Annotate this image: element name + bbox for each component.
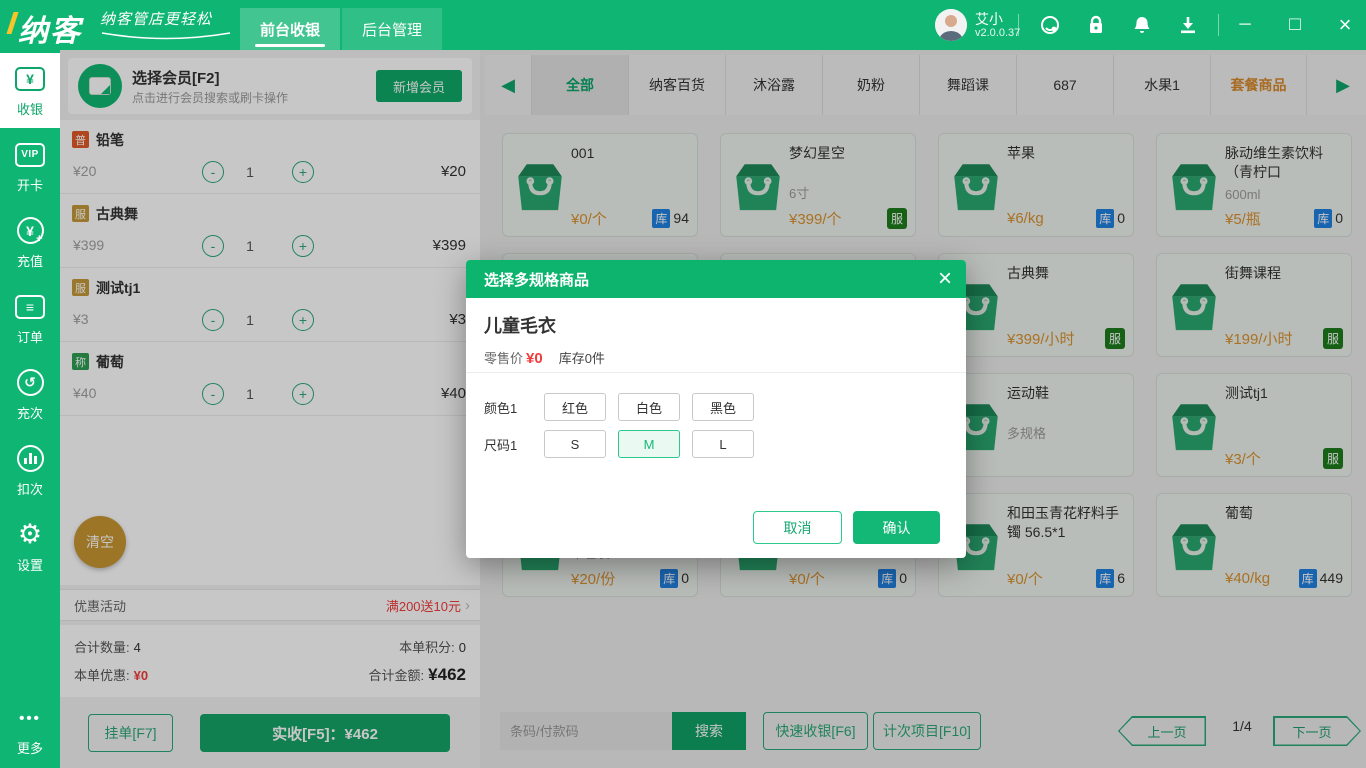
- sidebar-item[interactable]: ¥ + 充值: [0, 205, 60, 280]
- sidebar-item-label: 开卡: [16, 177, 43, 193]
- spec-group-label: 尺码1: [484, 437, 518, 453]
- sidebar-item-label: 收银: [16, 101, 43, 117]
- sidebar-item-label: 设置: [16, 557, 43, 573]
- retail-price-label: 零售价: [484, 351, 524, 366]
- download-icon[interactable]: [1178, 15, 1198, 35]
- sidebar-item-more[interactable]: ••• 更多: [0, 700, 60, 760]
- sidebar-item[interactable]: ⚙ 设置: [0, 509, 60, 584]
- sidebar: ¥ 收银 VIP 开卡 ¥ + 充值 ≡ 订单 ↺ 充次 扣次 ⚙ 设置 •••…: [0, 50, 60, 768]
- spec-option-button[interactable]: 黑色: [692, 393, 754, 421]
- sidebar-item-label: 充次: [16, 405, 43, 421]
- spec-option-button[interactable]: M: [618, 430, 680, 458]
- sidebar-item[interactable]: ≡ 订单: [0, 281, 60, 356]
- topbar-icons: [1040, 0, 1198, 50]
- sidebar-item[interactable]: 扣次: [0, 433, 60, 508]
- spec-option-button[interactable]: S: [544, 430, 606, 458]
- close-icon[interactable]: ×: [1332, 12, 1358, 38]
- slogan-underline: [101, 32, 231, 40]
- sidebar-item-label: 扣次: [16, 481, 43, 497]
- sidebar-item-label: 充值: [16, 253, 43, 269]
- slogan: 纳客管店更轻松: [100, 8, 235, 41]
- sidebar-item[interactable]: ↺ 充次: [0, 357, 60, 432]
- lock-icon[interactable]: [1086, 15, 1106, 35]
- support-icon[interactable]: [1040, 15, 1060, 35]
- spec-option-button[interactable]: L: [692, 430, 754, 458]
- dialog-title: 选择多规格商品: [484, 271, 590, 289]
- recharge-icon: ¥ +: [16, 216, 44, 246]
- dialog-stock-text: 库存0件: [558, 351, 605, 366]
- spec-groups: 颜色1 红色 白色 黑色 尺码1 S M L: [484, 384, 948, 458]
- recharge-times-icon: ↺: [16, 368, 44, 398]
- spec-option-button[interactable]: 白色: [618, 393, 680, 421]
- app-logo: 纳客: [18, 6, 82, 50]
- minimize-icon[interactable]: ─: [1232, 12, 1258, 38]
- sidebar-item[interactable]: VIP 开卡: [0, 129, 60, 204]
- topbar: 纳客 纳客管店更轻松 前台收银 后台管理 艾小 v2.0.0.37 ─ □ ×: [0, 0, 1366, 50]
- separator: [1218, 14, 1219, 36]
- confirm-button[interactable]: 确认: [853, 511, 940, 544]
- sidebar-item[interactable]: ¥ 收银: [0, 53, 60, 128]
- separator: [1018, 14, 1019, 36]
- dialog-header: 选择多规格商品 ×: [466, 260, 966, 298]
- vip-card-icon: VIP: [15, 140, 45, 170]
- sidebar-item-label: 更多: [16, 741, 43, 756]
- divider: [466, 372, 966, 373]
- dialog-product-name: 儿童毛衣: [484, 316, 556, 336]
- spec-option-button[interactable]: 红色: [544, 393, 606, 421]
- retail-price-value: ¥0: [526, 350, 543, 367]
- user-box[interactable]: 艾小 v2.0.0.37: [935, 9, 1020, 41]
- nav-tab[interactable]: 后台管理: [342, 8, 442, 50]
- avatar: [935, 9, 967, 41]
- spec-group-label: 颜色1: [484, 400, 518, 416]
- window-controls: ─ □ ×: [1232, 0, 1358, 50]
- app-window: 纳客 纳客管店更轻松 前台收银 后台管理 艾小 v2.0.0.37 ─ □ × …: [0, 0, 1366, 768]
- sidebar-item-label: 订单: [16, 329, 43, 345]
- deduct-times-icon: [16, 444, 44, 474]
- user-name: 艾小: [975, 10, 1003, 27]
- close-icon[interactable]: ×: [938, 267, 952, 291]
- cancel-button[interactable]: 取消: [753, 511, 842, 544]
- settings-icon: ⚙: [17, 519, 43, 549]
- cashier-icon: ¥: [15, 64, 45, 94]
- maximize-icon[interactable]: □: [1282, 12, 1308, 38]
- spec-group-row: 颜色1 红色 白色 黑色: [484, 393, 948, 421]
- nav-tab[interactable]: 前台收银: [240, 8, 340, 50]
- bell-icon[interactable]: [1132, 15, 1152, 35]
- main-nav: 前台收银 后台管理: [240, 8, 444, 50]
- spec-group-row: 尺码1 S M L: [484, 430, 948, 458]
- app-version: v2.0.0.37: [975, 26, 1021, 39]
- more-dots-icon: •••: [19, 709, 41, 727]
- spec-select-dialog: 选择多规格商品 × 儿童毛衣 零售价 ¥0 库存0件 颜色1 红色 白色 黑色: [466, 260, 966, 558]
- orders-icon: ≡: [15, 292, 45, 322]
